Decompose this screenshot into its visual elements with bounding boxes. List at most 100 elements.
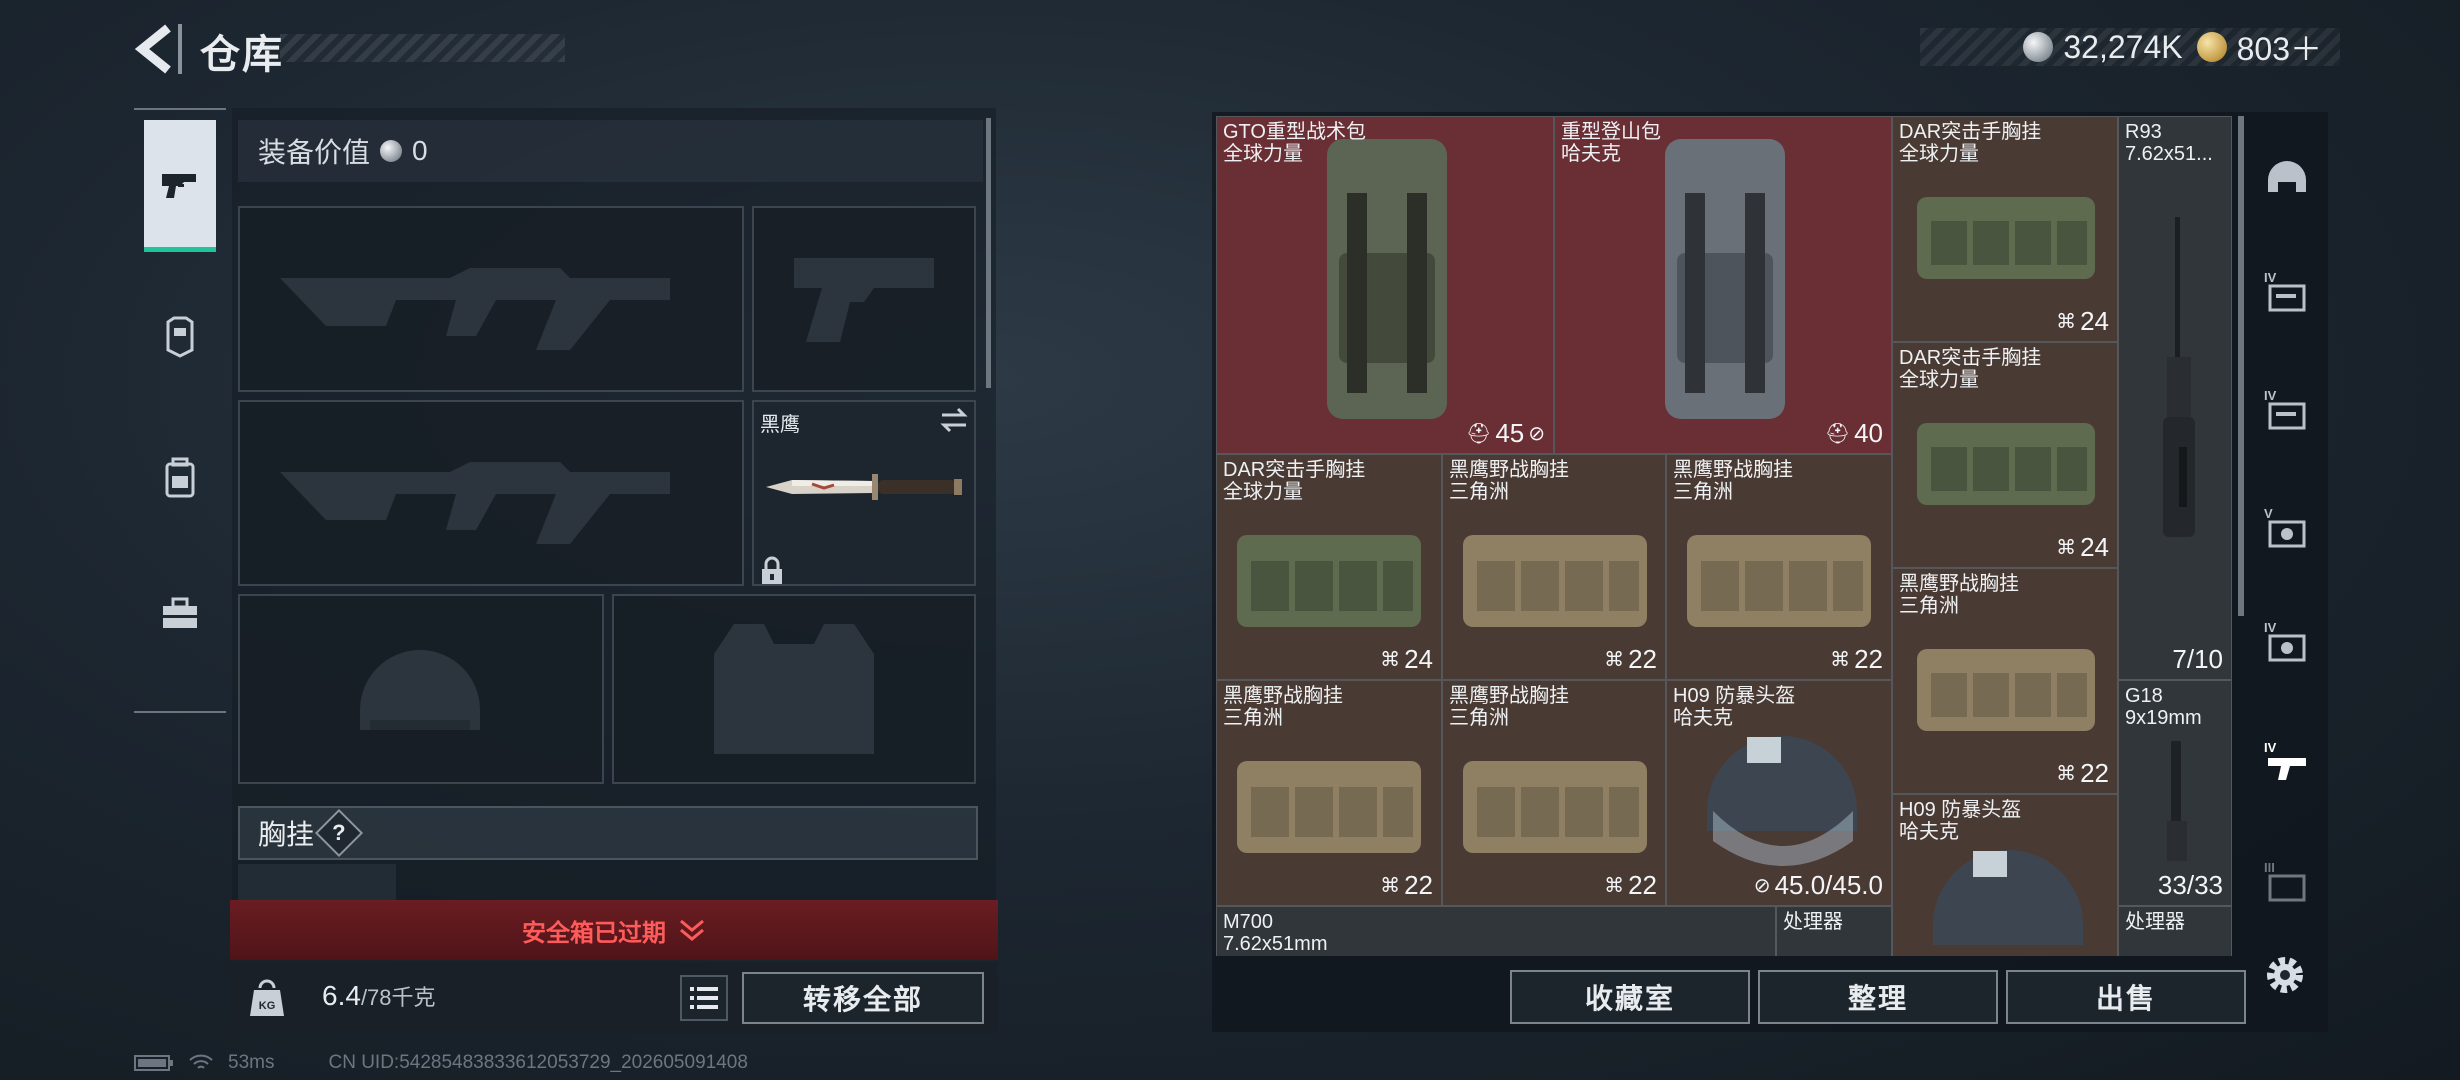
item-capacity: ⌘ 24 (1380, 644, 1433, 675)
inventory-item[interactable]: 重型登山包 哈夫克 ⛑ 40 (1554, 116, 1892, 454)
filter-tier-iv-ammo[interactable]: IV (2256, 612, 2318, 674)
inventory-item[interactable]: 黑鹰野战胸挂 三角洲 ⌘ 22 (1442, 680, 1666, 906)
ammo-value: 7/10 (2172, 644, 2223, 674)
primary-weapon-slot[interactable] (238, 206, 744, 392)
item-name: R93 (2125, 121, 2162, 143)
inventory-item[interactable]: GTO重型战术包 全球力量 ⛑ 45 ⊘ (1216, 116, 1554, 454)
capacity-value: 40 (1854, 418, 1883, 448)
melee-name: 黑鹰 (760, 414, 800, 436)
equipment-value-amount: 0 (412, 135, 428, 166)
ammo-value: 33/33 (2157, 870, 2223, 900)
back-arrow-icon[interactable] (128, 22, 188, 76)
svg-text:IV: IV (2264, 388, 2277, 403)
item-name: 黑鹰野战胸挂 (1449, 459, 1569, 481)
item-capacity: ⌘ 22 (1380, 870, 1433, 901)
silver-currency[interactable]: 32,274K (2023, 28, 2183, 66)
rifle-placeholder-icon (280, 462, 670, 544)
svg-text:IV: IV (2264, 740, 2277, 755)
capacity-value: 24 (2080, 306, 2109, 336)
item-name: H09 防暴头盔 (1899, 799, 2022, 821)
safe-box-expired-banner[interactable]: 安全箱已过期 (230, 900, 998, 960)
inventory-item[interactable]: 黑鹰野战胸挂 三角洲 ⌘ 22 (1442, 454, 1666, 680)
list-view-button[interactable] (680, 975, 728, 1021)
lock-icon (762, 556, 782, 584)
secondary-weapon-slot[interactable] (238, 400, 744, 586)
sell-button[interactable]: 出售 (2006, 970, 2246, 1024)
safe-box-label: 安全箱已过期 (522, 919, 666, 947)
vest-icon: ⌘ (1380, 649, 1401, 671)
equipment-scrollbar[interactable] (986, 118, 991, 388)
filter-tier-iv-gun[interactable]: IV (2256, 732, 2318, 794)
uid-text: CN UID:5428548383361205372​9_20260509140… (328, 1052, 748, 1073)
capacity-value: 45 (1495, 418, 1525, 448)
help-icon[interactable]: ? (314, 808, 364, 858)
item-brand: 全球力量 (1223, 143, 1303, 165)
rail-item-weapons[interactable] (144, 120, 216, 252)
no-insure-icon: ⊘ (1753, 875, 1771, 897)
armor-slot[interactable] (612, 594, 976, 784)
inventory-item[interactable]: 黑鹰野战胸挂 三角洲 ⌘ 22 (1892, 568, 2118, 794)
item-capacity: ⌘ 24 (2056, 306, 2109, 337)
inventory-item[interactable]: 处理器 (1776, 906, 1892, 956)
rail-item-armor[interactable] (144, 270, 216, 402)
helmet-slot[interactable] (238, 594, 604, 784)
rail-item-backpack[interactable] (144, 412, 216, 544)
collection-room-button[interactable]: 收藏室 (1510, 970, 1750, 1024)
filter-tier-iv-case[interactable]: IV (2256, 262, 2318, 324)
inventory-scrollbar[interactable] (2238, 116, 2244, 616)
item-brand: 三角洲 (1673, 481, 1733, 503)
inventory-item[interactable]: R93 7.62x51... 7/10 (2118, 116, 2232, 680)
filter-tier-iii-ammo[interactable]: III (2256, 852, 2318, 914)
currency-bar: 32,274K 803＋ (1920, 28, 2340, 67)
sort-button[interactable]: 整理 (1758, 970, 1998, 1024)
no-insure-icon: ⊘ (1528, 423, 1545, 445)
toolbox-icon (163, 597, 197, 628)
slot-icon: ⛑ (1465, 423, 1492, 445)
filter-tier-iv-case[interactable]: IV (2256, 380, 2318, 442)
inventory-item[interactable]: DAR突击手胸挂 全球力量 ⌘ 24 (1892, 342, 2118, 568)
chest-rig-section[interactable]: 胸挂 ? (238, 806, 978, 860)
chest-rig-image (1687, 535, 1871, 627)
item-brand: 全球力量 (1899, 143, 1979, 165)
inventory-item[interactable]: 黑鹰野战胸挂 三角洲 ⌘ 22 (1666, 454, 1892, 680)
svg-text:V: V (2264, 506, 2273, 521)
item-name: M700 (1223, 911, 1274, 933)
tier-v-ammo-icon: V (2264, 506, 2306, 548)
inventory-item[interactable]: DAR突击手胸挂 全球力量 ⌘ 24 (1892, 116, 2118, 342)
item-brand: 全球力量 (1223, 481, 1303, 503)
inventory-item[interactable]: M700 7.62x51mm (1216, 906, 1776, 956)
item-capacity: ⌘ 22 (2056, 758, 2109, 789)
gear-icon[interactable] (2260, 950, 2310, 1000)
gold-currency[interactable]: 803＋ (2196, 24, 2322, 70)
gold-amount: 803＋ (2236, 31, 2322, 67)
filter-tier-v-ammo[interactable]: V (2256, 498, 2318, 560)
chest-rig-image (1917, 649, 2095, 731)
inventory-item[interactable]: 处理器 (2118, 906, 2232, 956)
inventory-item[interactable]: DAR突击手胸挂 全球力量 ⌘ 24 (1216, 454, 1442, 680)
item-brand: 三角洲 (1899, 595, 1959, 617)
item-name: H09 防暴头盔 (1673, 685, 1796, 707)
svg-text:IV: IV (2264, 270, 2277, 285)
slot-icon: ⛑ (1824, 423, 1851, 445)
vest-icon: ⌘ (1380, 875, 1401, 897)
backpack-image (1665, 139, 1785, 419)
item-brand: 哈夫克 (1561, 143, 1621, 165)
item-name: 黑鹰野战胸挂 (1673, 459, 1793, 481)
item-brand: 7.62x51mm (1223, 933, 1328, 955)
inventory-item[interactable]: H09 防暴头盔 哈夫克 (1892, 794, 2118, 956)
inventory-item[interactable]: G18 9x19mm 33/33 (2118, 680, 2232, 906)
sidearm-slot[interactable] (752, 206, 976, 392)
inventory-item[interactable]: H09 防暴头盔 哈夫克 ⊘ 45.0/45.0 (1666, 680, 1892, 906)
swap-icon[interactable] (938, 406, 970, 434)
item-name: 黑鹰野战胸挂 (1899, 573, 2019, 595)
rail-item-toolbox[interactable] (144, 548, 216, 680)
knife-image (766, 474, 962, 500)
silver-amount: 32,274K (2063, 28, 2183, 65)
inventory-item[interactable]: 黑鹰野战胸挂 三角洲 ⌘ 22 (1216, 680, 1442, 906)
wifi-icon (189, 1054, 213, 1069)
transfer-all-button[interactable]: 转移全部 (742, 972, 984, 1024)
filter-helmet[interactable] (2256, 148, 2318, 210)
sniper-rifle-image (2163, 217, 2195, 537)
chest-rig-slot[interactable] (238, 864, 396, 900)
armor-icon (166, 316, 194, 358)
